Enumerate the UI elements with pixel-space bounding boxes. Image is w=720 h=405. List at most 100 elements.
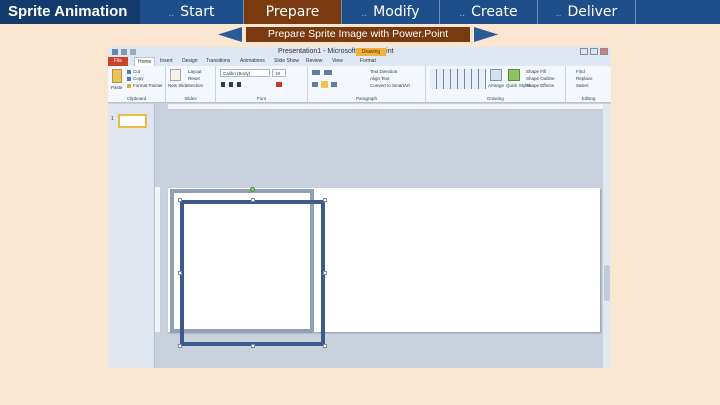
ribbon-tab-home[interactable]: Home <box>134 57 156 66</box>
vertical-ruler <box>155 187 161 332</box>
group-slides: New Slide Layout Reset Section Slides <box>166 66 216 102</box>
arrange-icon[interactable] <box>490 69 502 81</box>
undo-icon[interactable] <box>121 49 127 55</box>
ribbon: Paste Cut Copy Format Painter Clipboard … <box>108 66 611 103</box>
resize-handle[interactable] <box>251 198 255 202</box>
resize-handle[interactable] <box>178 198 182 202</box>
group-paragraph: Text Direction Align Text Convert to Sma… <box>308 66 426 102</box>
shape-effects-label[interactable]: Shape Effects <box>526 83 554 88</box>
quick-styles-icon[interactable] <box>508 69 520 81</box>
ribbon-tab-transitions[interactable]: Transitions <box>206 57 230 66</box>
copy-label[interactable]: Copy <box>133 76 144 81</box>
new-slide-label[interactable]: New Slide <box>168 83 188 88</box>
paste-icon[interactable] <box>112 69 122 83</box>
arrange-label[interactable]: Arrange <box>488 83 504 88</box>
numbering-icon[interactable] <box>324 70 332 75</box>
format-painter-label[interactable]: Format Painter <box>133 83 163 88</box>
text-direction-label[interactable]: Text Direction <box>370 69 397 74</box>
font-color-icon[interactable] <box>276 82 282 87</box>
tab-create-label: Create <box>471 4 518 20</box>
sprite-square-front[interactable] <box>180 200 325 346</box>
redo-icon[interactable] <box>130 49 136 55</box>
slide-thumbnail-pane: 1 <box>108 104 155 368</box>
ribbon-tab-review[interactable]: Review <box>306 57 322 66</box>
tab-deliver[interactable]: .. Deliver <box>538 0 636 24</box>
next-arrow-button[interactable] <box>474 27 498 42</box>
ribbon-tab-slide-show[interactable]: Slide Show <box>274 57 299 66</box>
group-editing: Find Replace Select Editing <box>566 66 611 102</box>
tab-modify[interactable]: .. Modify <box>342 0 440 24</box>
tab-start-label: Start <box>180 4 215 20</box>
group-editing-label: Editing <box>581 96 596 101</box>
group-clipboard: Paste Cut Copy Format Painter Clipboard <box>108 66 166 102</box>
align-text-label[interactable]: Align Text <box>370 76 389 81</box>
resize-handle[interactable] <box>323 271 327 275</box>
ribbon-tab-animations[interactable]: Animations <box>240 57 265 66</box>
resize-handle[interactable] <box>178 344 182 348</box>
tab-deliver-label: Deliver <box>567 4 618 20</box>
resize-handle[interactable] <box>251 344 255 348</box>
tab-prepare[interactable]: Prepare <box>244 0 342 24</box>
step-subtitle: Prepare Sprite Image with Power.Point <box>246 27 470 42</box>
resize-handle[interactable] <box>323 344 327 348</box>
minimize-icon[interactable] <box>580 48 588 55</box>
horizontal-ruler <box>168 104 606 110</box>
resize-handle[interactable] <box>178 271 182 275</box>
section-label[interactable]: Section <box>188 83 203 88</box>
ribbon-tab-insert[interactable]: Insert <box>160 57 173 66</box>
shape-fill-label[interactable]: Shape Fill <box>526 69 546 74</box>
slide-thumbnail[interactable] <box>118 114 147 128</box>
scrollbar-thumb[interactable] <box>604 265 610 301</box>
tab-dots: .. <box>459 9 466 19</box>
group-font-label: Font <box>256 96 266 101</box>
reset-label[interactable]: Reset <box>188 76 200 81</box>
group-paragraph-label: Paragraph <box>355 96 377 101</box>
ribbon-tab-format[interactable]: Format <box>360 57 376 66</box>
tab-start[interactable]: .. Start <box>140 0 244 24</box>
maximize-icon[interactable] <box>590 48 598 55</box>
copy-icon[interactable] <box>127 77 131 81</box>
tab-dots: .. <box>361 9 368 19</box>
underline-icon[interactable] <box>237 82 241 87</box>
ribbon-tab-file[interactable]: File <box>108 57 128 66</box>
tab-dots: .. <box>555 9 562 19</box>
vertical-scrollbar[interactable] <box>603 104 611 368</box>
slide-number: 1 <box>111 116 114 122</box>
save-icon[interactable] <box>112 49 118 55</box>
shapes-gallery-icon[interactable] <box>430 69 486 89</box>
cut-icon[interactable] <box>127 70 131 74</box>
layout-label[interactable]: Layout <box>188 69 202 74</box>
align-center-icon[interactable] <box>321 81 328 88</box>
tab-dots: .. <box>168 9 175 19</box>
find-label[interactable]: Find <box>576 69 585 74</box>
group-drawing-label: Drawing <box>487 96 504 101</box>
resize-handle[interactable] <box>323 198 327 202</box>
brand-title: Sprite Animation <box>0 0 140 24</box>
tab-prepare-label: Prepare <box>265 4 320 20</box>
group-font: Calibri (Body) 18 Font <box>216 66 308 102</box>
font-size-dropdown[interactable]: 18 <box>272 69 286 77</box>
tab-create[interactable]: .. Create <box>440 0 538 24</box>
new-slide-icon[interactable] <box>170 69 181 81</box>
top-navigation: Sprite Animation .. Start Prepare .. Modif… <box>0 0 720 24</box>
align-left-icon[interactable] <box>312 82 318 87</box>
ribbon-tab-view[interactable]: View <box>332 57 343 66</box>
align-right-icon[interactable] <box>331 82 337 87</box>
bold-icon[interactable] <box>221 82 225 87</box>
font-name-dropdown[interactable]: Calibri (Body) <box>220 69 270 77</box>
format-painter-icon[interactable] <box>127 84 131 88</box>
font-size-value: 18 <box>275 71 281 76</box>
previous-arrow-button[interactable] <box>218 27 242 42</box>
replace-label[interactable]: Replace <box>576 76 593 81</box>
italic-icon[interactable] <box>229 82 233 87</box>
paste-label[interactable]: Paste <box>111 85 123 90</box>
convert-smartart-label[interactable]: Convert to SmartArt <box>370 83 410 88</box>
close-icon[interactable] <box>600 48 608 55</box>
rotation-handle[interactable] <box>250 187 255 192</box>
shape-outline-label[interactable]: Shape Outline <box>526 76 555 81</box>
group-slides-label: Slides <box>184 96 197 101</box>
cut-label[interactable]: Cut <box>133 69 140 74</box>
ribbon-tab-design[interactable]: Design <box>182 57 198 66</box>
select-label[interactable]: Select <box>576 83 589 88</box>
bullets-icon[interactable] <box>312 70 320 75</box>
